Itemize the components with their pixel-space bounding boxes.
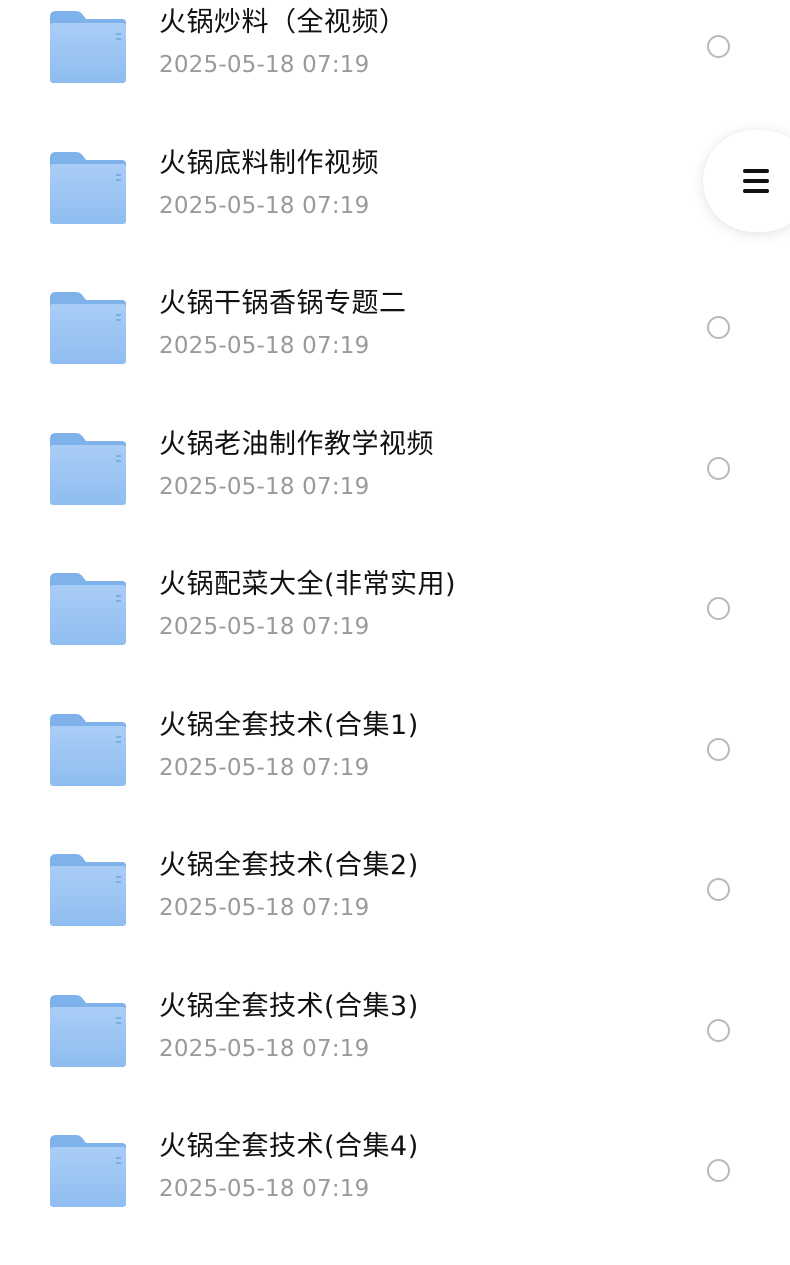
file-date: 2025-05-18 07:19 — [159, 895, 370, 921]
folder-icon — [48, 852, 128, 928]
file-name: 火锅配菜大全(非常实用) — [159, 569, 457, 600]
file-date: 2025-05-18 07:19 — [159, 473, 370, 500]
file-row[interactable]: 火锅全套技术(合集3) 2025-05-18 07:19 — [0, 984, 790, 1125]
file-name: 火锅老油制作教学视频 — [159, 428, 434, 460]
folder-icon — [48, 431, 128, 507]
file-row[interactable]: 火锅全套技术(合集1) 2025-05-18 07:19 — [0, 703, 790, 844]
file-row[interactable]: 火锅全套技术(合集4) 2025-05-18 07:19 — [0, 1124, 790, 1265]
file-row[interactable]: 火锅炒料（全视频） 2025-05-18 07:19 — [0, 0, 790, 141]
file-row[interactable]: 火锅老油制作教学视频 2025-05-18 07:19 — [0, 422, 790, 563]
file-name: 火锅全套技术(合集1) — [159, 709, 419, 741]
file-name: 火锅全套技术(合集2) — [159, 850, 419, 881]
select-radio[interactable] — [707, 597, 730, 620]
file-row[interactable]: 火锅干锅香锅专题二 2025-05-18 07:19 — [0, 281, 790, 422]
menu-icon — [743, 168, 769, 194]
folder-icon — [48, 993, 128, 1069]
file-name: 火锅全套技术(合集4) — [159, 1131, 419, 1162]
select-radio[interactable] — [707, 1018, 730, 1042]
file-name: 火锅底料制作视频 — [159, 147, 379, 179]
file-date: 2025-05-18 07:19 — [159, 192, 370, 219]
file-date: 2025-05-18 07:19 — [159, 333, 370, 359]
file-name: 火锅全套技术(合集3) — [159, 990, 419, 1022]
folder-icon — [48, 150, 128, 226]
file-row[interactable]: 火锅全套技术(合集2) 2025-05-18 07:19 — [0, 843, 790, 984]
file-date: 2025-05-18 07:19 — [159, 614, 370, 640]
file-date: 2025-05-18 07:19 — [159, 52, 370, 78]
file-date: 2025-05-18 07:19 — [159, 754, 370, 781]
folder-icon — [48, 9, 128, 85]
select-radio[interactable] — [707, 737, 730, 761]
select-radio[interactable] — [707, 316, 730, 339]
file-name: 火锅炒料（全视频） — [159, 7, 407, 38]
folder-icon — [48, 1133, 128, 1209]
file-date: 2025-05-18 07:19 — [159, 1035, 370, 1062]
file-name: 火锅干锅香锅专题二 — [159, 288, 407, 319]
select-radio[interactable] — [707, 878, 730, 901]
folder-icon — [48, 290, 128, 366]
folder-icon — [48, 712, 128, 788]
select-radio[interactable] — [707, 35, 730, 58]
file-row[interactable]: 火锅配菜大全(非常实用) 2025-05-18 07:19 — [0, 562, 790, 703]
select-radio[interactable] — [707, 456, 730, 480]
file-date: 2025-05-18 07:19 — [159, 1176, 370, 1202]
folder-icon — [48, 571, 128, 647]
file-row[interactable]: 火锅底料制作视频 2025-05-18 07:19 — [0, 141, 790, 282]
select-radio[interactable] — [707, 1159, 730, 1182]
file-list: 火锅炒料（全视频） 2025-05-18 07:19 火锅底料制作视频 2025… — [0, 0, 790, 1265]
